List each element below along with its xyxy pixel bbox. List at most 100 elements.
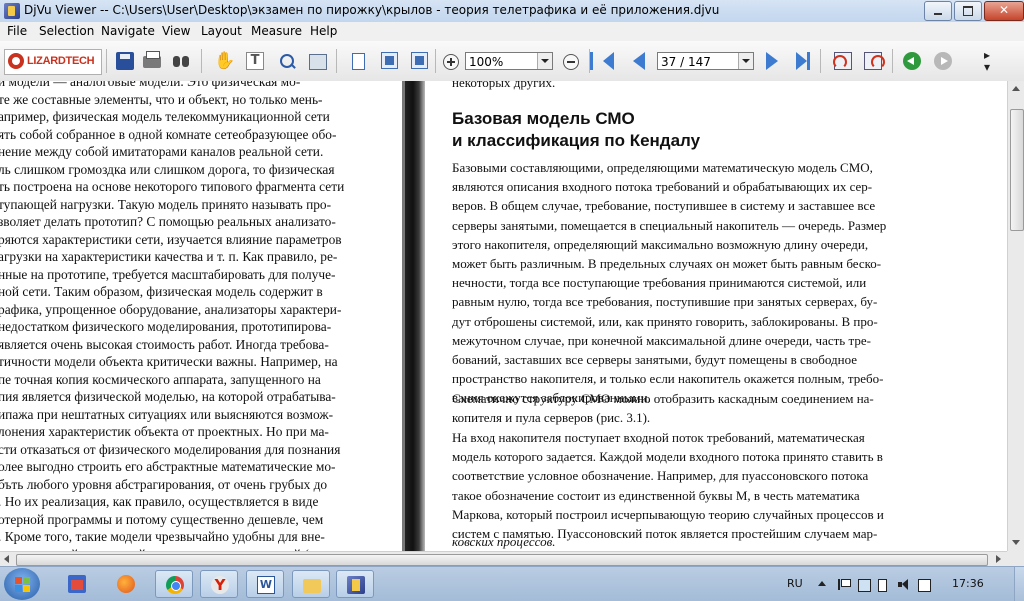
forward-icon[interactable] — [934, 52, 952, 70]
page-text-line: рафика, упрощенное оборудование, анализа… — [0, 301, 342, 317]
page-text-line: нечности, тогда все поступающие требован… — [452, 275, 867, 291]
document-viewport[interactable]: и модели — аналоговые модели. Это физиче… — [0, 81, 1007, 551]
page-text-line: может быть различным. В предельных случа… — [452, 256, 882, 271]
zoom-combo[interactable]: 100% — [465, 52, 553, 70]
previous-page-icon[interactable] — [633, 52, 645, 70]
taskbar-word[interactable]: W — [246, 570, 284, 598]
menu-help[interactable]: Help — [310, 24, 337, 38]
hand-tool-icon[interactable]: ✋ — [214, 52, 235, 70]
page-text-line: лонения характеристик объекта от проектн… — [0, 424, 329, 439]
single-page-icon[interactable] — [348, 53, 365, 72]
vertical-scroll-thumb[interactable] — [1010, 109, 1024, 231]
chevron-down-icon[interactable] — [738, 53, 753, 69]
page-text-line: ль слишком громоздка или слишком дорога,… — [0, 161, 335, 177]
volume-icon[interactable] — [898, 579, 909, 590]
windows-logo-part — [15, 585, 22, 592]
taskbar-djvu-viewer[interactable] — [336, 570, 374, 598]
first-page-icon[interactable] — [590, 52, 614, 70]
zoom-out-icon[interactable] — [563, 54, 579, 70]
chrome-icon — [166, 576, 184, 594]
language-indicator[interactable]: RU — [787, 577, 803, 590]
facing-pages-icon[interactable] — [411, 52, 428, 69]
page-text-line: ть построена на основе некоторого типово… — [0, 179, 345, 194]
toolbar-overflow-icon[interactable]: ▸ ▾ — [984, 49, 1002, 73]
djvu-app-icon[interactable] — [4, 3, 20, 19]
page-text-line: этого накопителя, определяющий максималь… — [452, 236, 869, 252]
page-combo[interactable]: 37 / 147 — [657, 52, 754, 70]
last-page-icon[interactable] — [796, 52, 810, 70]
page-text-line: серверы занятыми, помещается в специальн… — [452, 217, 887, 233]
snapshot-icon[interactable] — [309, 54, 327, 70]
section-heading: и классификация по Кендалу — [452, 131, 701, 150]
scrollbar-corner — [1007, 551, 1024, 566]
system-clock[interactable]: 17:36 — [952, 577, 984, 590]
horizontal-scrollbar[interactable] — [0, 551, 1007, 567]
explorer-icon — [303, 579, 321, 593]
device-icon[interactable] — [918, 579, 931, 592]
scroll-up-icon[interactable] — [1012, 86, 1020, 91]
menu-selection[interactable]: Selection — [39, 24, 94, 38]
toolbar-separator — [106, 49, 107, 73]
taskbar-yandex[interactable]: Y — [200, 570, 238, 598]
toolbar-separator — [820, 49, 821, 73]
taskbar-chrome[interactable] — [155, 570, 193, 598]
menu-measure[interactable]: Measure — [251, 24, 302, 38]
start-button[interactable] — [4, 568, 40, 600]
page-text-line: пия является физической моделью, на кото… — [0, 389, 336, 404]
lizardtech-logo[interactable]: LIZARDTECH — [4, 49, 102, 75]
taskbar: Y W RU 17:36 — [0, 566, 1024, 601]
taskbar-firefox[interactable] — [107, 570, 145, 598]
continuous-page-icon[interactable] — [381, 52, 398, 69]
find-icon[interactable] — [172, 52, 190, 70]
toolbar: LIZARDTECH ✋ T 100% 37 / 147 ▸ ▾ — [0, 41, 1024, 82]
page-text-line: На вход накопителя поступает входной пот… — [452, 430, 865, 445]
toolbar-separator — [892, 49, 893, 73]
menu-file[interactable]: File — [7, 24, 27, 38]
show-hidden-icons-icon[interactable] — [818, 581, 826, 586]
page-text-line: пе точная копия космического аппарата, з… — [0, 371, 321, 387]
page-text-line: отерной программы и потому существенно д… — [0, 511, 324, 527]
battery-icon[interactable] — [878, 579, 887, 592]
title-bar: DjVu Viewer -- C:\Users\User\Desktop\экз… — [0, 0, 1024, 23]
menu-navigate[interactable]: Navigate — [101, 24, 155, 38]
windows-logo-part — [23, 585, 30, 592]
minimize-button[interactable] — [924, 1, 952, 21]
next-page-icon[interactable] — [766, 52, 778, 70]
print-icon[interactable] — [143, 51, 161, 68]
page-text-line: апример, физическая модель телекоммуника… — [0, 109, 330, 124]
scroll-down-icon[interactable] — [1012, 540, 1020, 545]
taskbar-explorer[interactable] — [292, 570, 330, 598]
scroll-right-icon[interactable] — [996, 555, 1001, 563]
page-text-line: дут отброшены системой, или, как принято… — [452, 313, 878, 329]
page-text-line: копителя и пула серверов (рис. 3.1). — [452, 410, 651, 426]
maximize-button[interactable] — [954, 1, 982, 21]
menu-view[interactable]: View — [162, 24, 190, 38]
page-value: 37 / 147 — [661, 55, 711, 69]
save-icon[interactable] — [116, 52, 134, 70]
chevron-down-icon[interactable] — [537, 53, 552, 69]
scroll-left-icon[interactable] — [4, 555, 9, 563]
text-select-icon[interactable]: T — [246, 52, 264, 70]
page-text-line: веров. В общем случае, требование, посту… — [452, 198, 876, 214]
store-icon — [68, 575, 86, 593]
close-button[interactable]: ✕ — [984, 1, 1024, 21]
page-text-line: Маркова, который построил исчерпывающую … — [452, 506, 884, 522]
menu-layout[interactable]: Layout — [201, 24, 242, 38]
zoom-in-icon[interactable] — [443, 54, 459, 70]
vertical-scrollbar[interactable] — [1007, 81, 1024, 551]
rotate-right-icon[interactable] — [864, 52, 885, 70]
rotate-left-icon[interactable] — [833, 52, 852, 70]
page-text-line: Базовыми составляющими, определяющими ма… — [452, 160, 873, 175]
page-text-line: некоторых других. — [452, 81, 556, 90]
zoom-select-icon[interactable] — [278, 52, 296, 70]
horizontal-scroll-thumb[interactable] — [16, 554, 988, 566]
show-desktop-button[interactable] — [1014, 567, 1024, 601]
close-icon: ✕ — [998, 3, 1010, 17]
page-text-line: ряются характеристики сети, изучается вл… — [0, 231, 342, 247]
page-text-line: Схематично структуру СМО можно отобразит… — [452, 391, 874, 406]
action-center-flag-icon[interactable] — [838, 579, 851, 590]
network-icon[interactable] — [858, 579, 871, 592]
toolbar-separator — [336, 49, 337, 73]
taskbar-store[interactable] — [58, 570, 96, 598]
back-icon[interactable] — [903, 52, 921, 70]
